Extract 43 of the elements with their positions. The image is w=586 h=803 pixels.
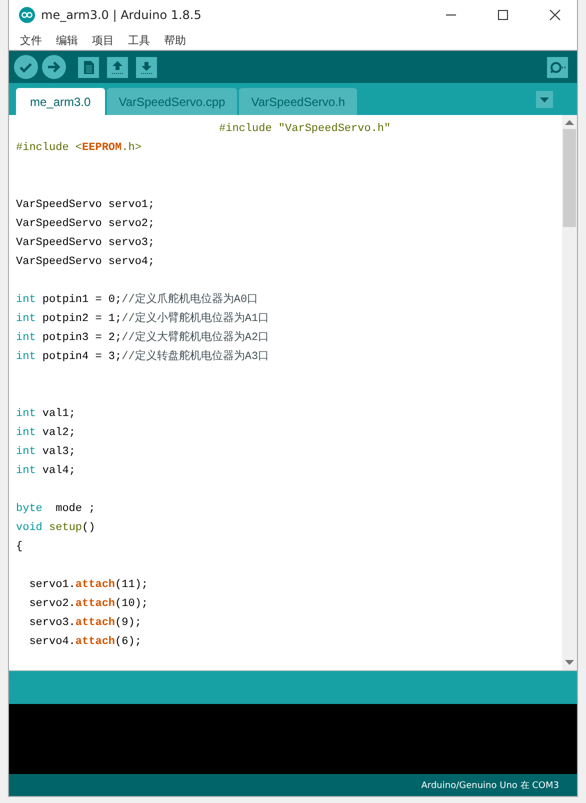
menu-item[interactable]: 项目	[85, 32, 121, 48]
code-line: int val4;	[16, 465, 76, 477]
code-line: int val1;	[16, 408, 76, 420]
code-line: int potpin4 = 3;//定义转盘舵机电位器为A3口	[16, 351, 270, 363]
code-line: VarSpeedServo servo2;	[16, 218, 155, 230]
open-icon[interactable]	[107, 56, 128, 78]
new-file-icon[interactable]	[78, 56, 99, 78]
code-line: servo3.attach(9);	[28, 617, 142, 629]
code-line: VarSpeedServo servo3;	[16, 237, 155, 249]
menu-item[interactable]: 帮助	[157, 32, 193, 48]
code-line: void setup()	[16, 522, 96, 534]
code-line: #include "VarSpeedServo.h"	[219, 123, 391, 135]
menu-item[interactable]: 工具	[121, 32, 157, 48]
code-line: servo1.attach(11);	[28, 579, 148, 591]
save-icon[interactable]	[136, 56, 157, 78]
code-line: {	[16, 541, 23, 553]
window-title: me_arm3.0 | Arduino 1.8.5	[41, 8, 202, 22]
close-icon[interactable]	[549, 9, 561, 21]
menu-item[interactable]: 文件	[13, 32, 49, 48]
code-line: int val3;	[16, 446, 76, 458]
code-line: servo2.attach(10);	[28, 598, 148, 610]
code-line: servo4.attach(6);	[28, 636, 142, 648]
scrollbar[interactable]	[562, 115, 577, 670]
board-status: Arduino/Genuino Uno 在 COM3	[421, 780, 559, 792]
code-line: VarSpeedServo servo1;	[16, 199, 155, 211]
code-line: int val2;	[16, 427, 76, 439]
code-line: VarSpeedServo servo4;	[16, 256, 155, 268]
code-line: int potpin2 = 1;//定义小臂舵机电位器为A1口	[16, 313, 270, 325]
code-line: #include <EEPROM.h>	[16, 142, 142, 154]
upload-icon[interactable]	[42, 55, 66, 79]
app-icon	[19, 7, 35, 23]
tab-menu-icon[interactable]	[536, 90, 553, 108]
scroll-thumb[interactable]	[563, 129, 576, 227]
maximize-icon[interactable]	[497, 9, 509, 21]
scroll-down-icon[interactable]	[565, 660, 574, 666]
code-line: int potpin1 = 0;//定义爪舵机电位器为A0口	[16, 294, 258, 306]
code-line: byte mode ;	[16, 503, 96, 515]
serial-monitor-icon[interactable]	[547, 56, 568, 78]
menu-item[interactable]: 编辑	[49, 32, 85, 48]
scroll-up-icon[interactable]	[565, 119, 574, 125]
file-tab[interactable]: me_arm3.0	[16, 88, 105, 115]
code-line: int potpin3 = 2;//定义大臂舵机电位器为A2口	[16, 332, 270, 344]
verify-icon[interactable]	[14, 55, 38, 79]
